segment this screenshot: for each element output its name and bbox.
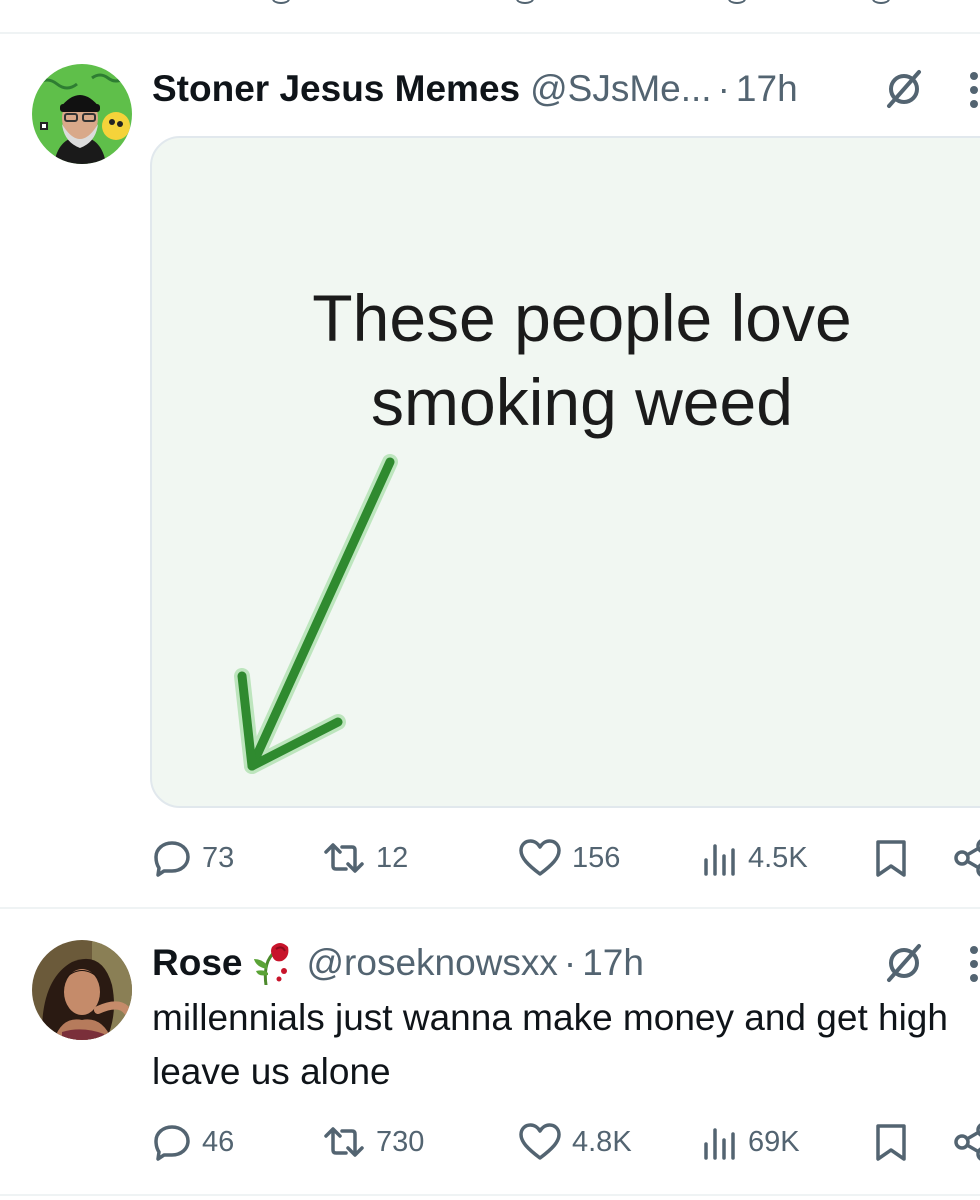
wilted-rose-icon bbox=[252, 941, 292, 985]
avatar-bearded-man-icon[interactable] bbox=[32, 64, 132, 164]
clipped-icon-fragment bbox=[272, 0, 290, 4]
post-text: millennials just wanna make money and ge… bbox=[152, 997, 948, 1092]
clipped-icon-fragment bbox=[516, 0, 534, 4]
more-options-icon[interactable] bbox=[968, 944, 980, 984]
post-time[interactable]: 17h bbox=[736, 68, 798, 110]
like-count: 4.8K bbox=[572, 1125, 632, 1158]
bookmark-icon bbox=[876, 840, 906, 877]
views-button[interactable]: 4.5K bbox=[702, 834, 808, 882]
post-stoner-jesus-memes[interactable]: Stoner Jesus Memes @SJsMe... · 17h These… bbox=[0, 34, 980, 909]
reply-icon bbox=[154, 841, 190, 877]
post-header: Rose @roseknowsxx · 17h bbox=[152, 938, 644, 988]
repost-count: 730 bbox=[376, 1125, 425, 1158]
repost-icon bbox=[324, 1127, 364, 1157]
user-handle[interactable]: @roseknowsxx bbox=[306, 942, 557, 984]
share-button[interactable] bbox=[952, 834, 980, 882]
bookmark-icon bbox=[876, 1124, 906, 1161]
repost-button[interactable]: 12 bbox=[322, 834, 408, 882]
bookmark-button[interactable] bbox=[874, 1118, 918, 1166]
post-actions: 46 730 4.8K 69K bbox=[152, 1118, 980, 1166]
analytics-icon bbox=[704, 844, 735, 876]
green-arrow-icon bbox=[234, 454, 398, 774]
repost-count: 12 bbox=[376, 841, 409, 874]
user-handle[interactable]: @SJsMe... bbox=[530, 68, 711, 110]
share-icon bbox=[954, 1123, 980, 1161]
share-button[interactable] bbox=[952, 1118, 980, 1166]
clipped-icon-fragment bbox=[872, 0, 890, 4]
view-count: 4.5K bbox=[748, 841, 808, 874]
previous-post-bottom-edge bbox=[0, 0, 980, 34]
heart-icon bbox=[519, 839, 561, 876]
separator-dot: · bbox=[563, 942, 577, 983]
post-rose[interactable]: Rose @roseknowsxx · 17h millennials just… bbox=[0, 911, 980, 1196]
more-options-icon[interactable] bbox=[968, 70, 980, 110]
repost-button[interactable]: 730 bbox=[322, 1118, 424, 1166]
reply-button[interactable]: 73 bbox=[152, 834, 234, 882]
grok-icon[interactable] bbox=[883, 68, 925, 110]
post-actions: 73 12 156 4.5K bbox=[152, 834, 980, 882]
bookmark-button[interactable] bbox=[874, 834, 918, 882]
separator-dot: · bbox=[717, 68, 730, 109]
heart-icon bbox=[519, 1123, 561, 1160]
reply-button[interactable]: 46 bbox=[152, 1118, 234, 1166]
like-button[interactable]: 156 bbox=[518, 834, 620, 882]
analytics-icon bbox=[704, 1128, 735, 1160]
grok-icon[interactable] bbox=[883, 942, 925, 984]
share-icon bbox=[954, 839, 980, 877]
avatar-woman-icon[interactable] bbox=[32, 940, 132, 1040]
reply-count: 46 bbox=[202, 1125, 235, 1158]
like-count: 156 bbox=[572, 841, 621, 874]
views-button[interactable]: 69K bbox=[702, 1118, 800, 1166]
post-image[interactable]: These people love smoking weed bbox=[150, 136, 980, 808]
reply-icon bbox=[154, 1125, 190, 1161]
post-time[interactable]: 17h bbox=[582, 942, 644, 984]
view-count: 69K bbox=[748, 1125, 800, 1158]
display-name[interactable]: Rose bbox=[152, 942, 242, 984]
like-button[interactable]: 4.8K bbox=[518, 1118, 632, 1166]
repost-icon bbox=[324, 843, 364, 873]
clipped-icon-fragment bbox=[728, 0, 746, 4]
post-header: Stoner Jesus Memes @SJsMe... · 17h bbox=[152, 64, 798, 114]
display-name[interactable]: Stoner Jesus Memes bbox=[152, 68, 520, 110]
reply-count: 73 bbox=[202, 841, 235, 874]
